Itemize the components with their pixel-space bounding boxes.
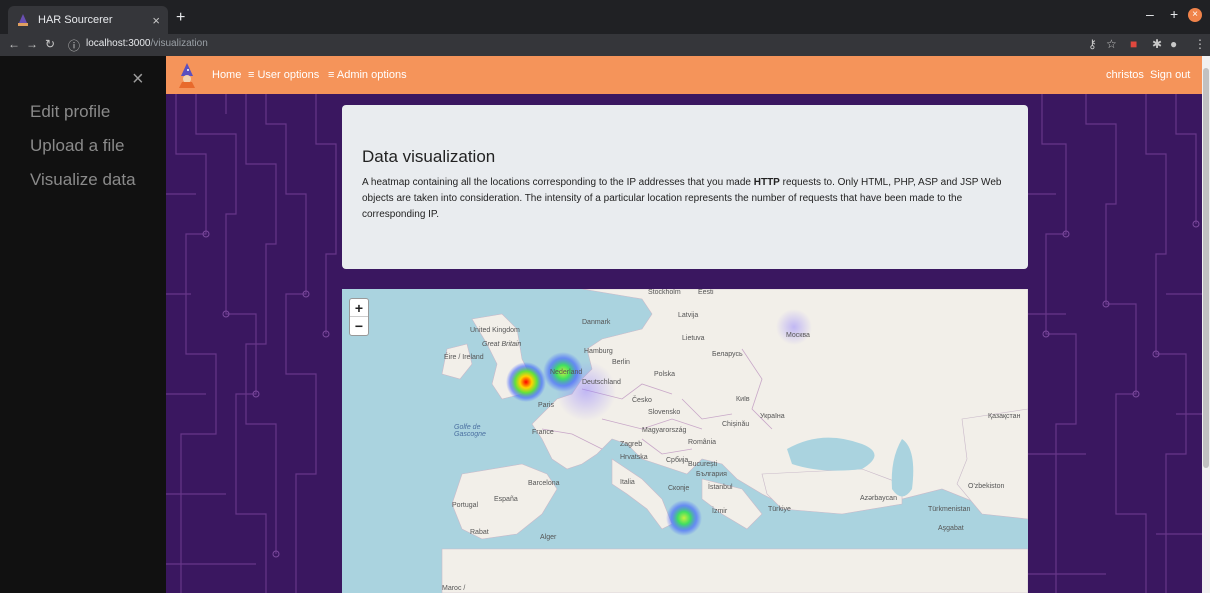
nav-sign-out-link[interactable]: Sign out — [1150, 69, 1190, 81]
map-label: Hamburg — [584, 348, 613, 355]
tab-close-icon[interactable]: × — [152, 13, 160, 28]
map-label: España — [494, 496, 518, 503]
map-label: Қазақстан — [988, 413, 1021, 420]
map-label: İzmir — [712, 508, 728, 515]
map-label: Eesti — [698, 289, 714, 296]
info-card: Data visualization A heatmap containing … — [342, 105, 1028, 269]
map-label: Київ — [736, 396, 750, 403]
url-path: /visualization — [150, 38, 208, 49]
map-label: Maroc / — [442, 585, 466, 592]
page-description: A heatmap containing all the locations c… — [362, 175, 1002, 223]
map-label: București — [688, 461, 718, 468]
map-label: Србија — [666, 457, 689, 464]
map-label: Hrvatska — [620, 454, 648, 461]
page-title: Data visualization — [362, 147, 496, 166]
map-label: Latvija — [678, 312, 699, 319]
map-label: Italia — [620, 479, 635, 486]
map-label: Aşgabat — [938, 525, 964, 532]
sidebar: × Edit profile Upload a file Visualize d… — [0, 56, 166, 593]
address-bar: ← → ↻ ⓘ localhost:3000/visualization ⚷ ☆… — [0, 34, 1210, 56]
nav-admin-options-dropdown[interactable]: ≡ Admin options — [328, 69, 407, 81]
map-label: Danmark — [582, 319, 611, 326]
window-close-icon[interactable]: × — [1188, 8, 1202, 22]
map-label: Berlin — [612, 359, 630, 366]
sidebar-item-upload-file[interactable]: Upload a file — [30, 136, 125, 156]
key-icon[interactable]: ⚷ — [1088, 37, 1097, 51]
map-label: Azərbaycan — [860, 495, 897, 502]
extension-icon[interactable]: ■ — [1130, 37, 1137, 51]
map-label: Chișinău — [722, 421, 750, 428]
map-label: Lietuva — [682, 335, 705, 342]
map-label: Rabat — [470, 529, 489, 536]
map-label: İstanbul — [708, 484, 733, 491]
menu-icon[interactable]: ⋮ — [1194, 37, 1206, 51]
map-label: Barcelona — [528, 480, 560, 487]
info-icon[interactable]: ⓘ — [68, 37, 80, 54]
url-host: localhost:3000 — [86, 38, 151, 49]
map-label: Golfe de Gascogne — [454, 424, 486, 438]
map-label: România — [688, 439, 717, 446]
nav-username[interactable]: christos — [1106, 69, 1144, 81]
description-bold: HTTP — [753, 177, 780, 188]
reload-icon[interactable]: ↻ — [45, 37, 55, 51]
minimize-icon[interactable]: – — [1146, 6, 1154, 22]
map-label: Éire / Ireland — [444, 354, 484, 361]
map-label: Скопје — [668, 485, 690, 492]
heatmap-map[interactable]: + − Stockholm Eesti United Kingdom Great… — [342, 289, 1028, 593]
map-label: Paris — [538, 402, 554, 409]
sidebar-close-icon[interactable]: × — [132, 68, 144, 91]
puzzle-icon[interactable]: ✱ — [1152, 37, 1162, 51]
map-label: Magyarország — [642, 427, 687, 434]
sidebar-item-visualize-data[interactable]: Visualize data — [30, 170, 136, 190]
map-label: Москва — [786, 332, 810, 339]
browser-tab[interactable]: HAR Sourcerer × — [8, 6, 168, 34]
map-label: United Kingdom — [470, 327, 520, 334]
map-label: Deutschland — [582, 379, 621, 386]
zoom-in-button[interactable]: + — [350, 299, 368, 317]
map-label: Stockholm — [648, 289, 681, 296]
url-field[interactable]: localhost:3000/visualization — [86, 38, 208, 49]
page-viewport: Home ≡ User options ≡ Admin options chri… — [166, 56, 1202, 593]
zoom-out-button[interactable]: − — [350, 317, 368, 335]
map-label: Türkmenistan — [928, 506, 971, 513]
account-icon[interactable]: ● — [1170, 37, 1177, 51]
map-label: Polska — [654, 371, 676, 378]
top-navbar: Home ≡ User options ≡ Admin options chri… — [166, 56, 1202, 94]
map-label: Беларусь — [712, 351, 743, 358]
star-icon[interactable]: ☆ — [1106, 37, 1117, 51]
map-label: O'zbekiston — [968, 483, 1005, 490]
map-label: Great Britain — [482, 341, 522, 348]
zoom-control: + − — [349, 298, 369, 336]
page-scrollbar[interactable] — [1202, 56, 1210, 593]
map-label: Alger — [540, 534, 557, 541]
map-label: Türkiye — [768, 506, 791, 513]
map-label: България — [696, 471, 727, 478]
map-label: Україна — [760, 413, 785, 420]
scrollbar-thumb[interactable] — [1203, 68, 1209, 468]
map-label: Portugal — [452, 502, 479, 509]
map-label: Slovensko — [648, 409, 681, 416]
map-label: Zagreb — [620, 441, 643, 448]
wizard-logo-icon[interactable] — [176, 62, 198, 88]
forward-icon[interactable]: → — [26, 37, 38, 51]
sidebar-item-edit-profile[interactable]: Edit profile — [30, 102, 110, 122]
map-label: France — [532, 429, 554, 436]
new-tab-button[interactable]: + — [176, 9, 185, 27]
maximize-icon[interactable]: + — [1170, 6, 1178, 22]
tab-title: HAR Sourcerer — [38, 14, 113, 26]
nav-user-options-dropdown[interactable]: ≡ User options — [248, 69, 319, 81]
description-part-1: A heatmap containing all the locations c… — [362, 177, 754, 188]
map-label: Nederland — [550, 369, 583, 376]
map-label: Česko — [632, 397, 652, 404]
nav-home-link[interactable]: Home — [212, 69, 241, 81]
wizard-favicon-icon — [18, 14, 28, 26]
browser-tab-bar: HAR Sourcerer × + – + × — [0, 0, 1210, 34]
back-icon[interactable]: ← — [8, 37, 20, 51]
